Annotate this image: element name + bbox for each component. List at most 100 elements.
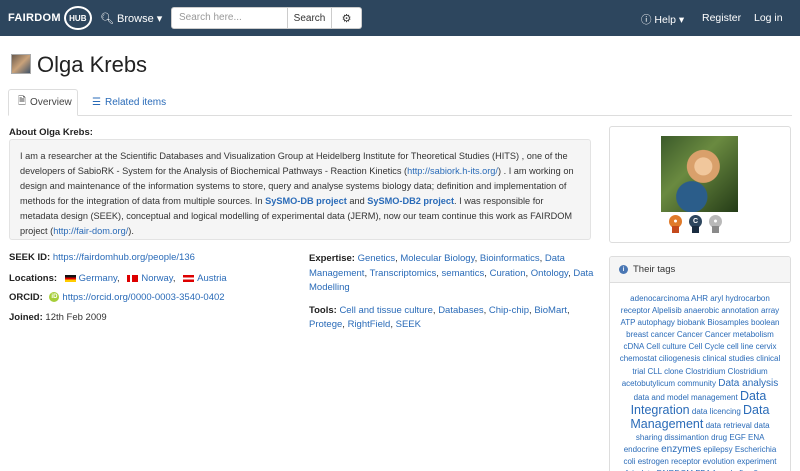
tab-related-items[interactable]: ☰ Related items (83, 89, 175, 116)
tag-link[interactable]: ciliogenesis (659, 354, 700, 363)
expertise-item[interactable]: semantics (442, 268, 485, 279)
expertise-item[interactable]: Molecular Biology (400, 253, 474, 264)
tag-link[interactable]: chemostat (620, 354, 657, 363)
tag-link[interactable]: data retrieval (706, 421, 752, 430)
location-germany[interactable]: Germany (79, 273, 117, 284)
expertise-item[interactable]: Bioinformatics (480, 253, 540, 264)
tag-link[interactable]: ATP (620, 318, 635, 327)
tag-link[interactable]: clinical studies (702, 354, 754, 363)
tag-link[interactable]: boolean (751, 318, 779, 327)
fairdomhub-logo[interactable]: FAIRDOM HUB (8, 6, 92, 30)
expertise-tools: Expertise: Genetics, Molecular Biology, … (309, 252, 594, 341)
about-text: and (346, 196, 368, 206)
about-description: I am a researcher at the Scientific Data… (9, 139, 591, 240)
joined-label: Joined: (9, 312, 43, 323)
sabiork-link[interactable]: http://sabiork.h-its.org/ (407, 166, 498, 176)
tag-link[interactable]: Alpelisib (652, 306, 682, 315)
tag-link[interactable]: Data analysis (718, 378, 778, 389)
tag-link[interactable]: Cell Cycle (688, 342, 724, 351)
tag-link[interactable]: evolution (703, 457, 735, 466)
about-text: ). (128, 226, 134, 236)
location-norway[interactable]: Norway (141, 273, 173, 284)
tool-item[interactable]: BioMart (534, 305, 567, 316)
expertise-item[interactable]: Ontology (531, 268, 568, 279)
orcid-label: ORCID: (9, 292, 43, 303)
info-icon: i (619, 265, 628, 274)
tag-link[interactable]: anaerobic (684, 306, 719, 315)
tool-item[interactable]: Protege (309, 319, 342, 330)
tag-link[interactable]: array (761, 306, 779, 315)
expertise-item[interactable]: Genetics (358, 253, 396, 264)
tag-link[interactable]: Cancer metabolism (705, 330, 774, 339)
search-button[interactable]: Search (288, 7, 332, 29)
browse-menu[interactable]: 🔍︎ Browse ▾ (100, 12, 162, 25)
tag-link[interactable]: experiment (737, 457, 777, 466)
tag-link[interactable]: data and model management (634, 393, 738, 402)
tag-link[interactable]: Cell culture (646, 342, 686, 351)
tool-item[interactable]: RightField (348, 319, 391, 330)
tags-heading: Their tags (633, 264, 676, 275)
tag-link[interactable]: EGF (729, 433, 745, 442)
login-link[interactable]: Log in (754, 12, 783, 24)
seek-id-label: SEEK ID: (9, 252, 51, 263)
badges: ● C ● (668, 215, 723, 233)
germany-flag-icon (64, 274, 76, 282)
tag-cloud: adenocarcinoma AHR aryl hydrocarbon rece… (610, 283, 790, 471)
search-settings-button[interactable]: ⚙ (332, 7, 362, 29)
tag-link[interactable]: cell line (727, 342, 754, 351)
tab-bar: 🗎︎ Overview ☰ Related items (8, 89, 792, 116)
joined-row: Joined: 12th Feb 2009 (9, 312, 107, 323)
tab-overview[interactable]: 🗎︎ Overview (8, 89, 78, 116)
tag-link[interactable]: breast cancer (626, 330, 674, 339)
expertise-item[interactable]: Curation (490, 268, 526, 279)
badge-icon[interactable]: C (688, 215, 703, 233)
profile-photo-panel: ● C ● (609, 126, 791, 243)
tag-link[interactable]: annotation (721, 306, 758, 315)
tag-link[interactable]: endocrine (624, 445, 659, 454)
sysmo-db2-link[interactable]: SySMO-DB2 project (367, 196, 454, 206)
tag-link[interactable]: dissimantion (664, 433, 708, 442)
locations-row: Locations: Germany, Norway, Austria (9, 273, 227, 284)
tool-item[interactable]: Cell and tissue culture (339, 305, 432, 316)
tag-link[interactable]: cDNA (624, 342, 644, 351)
expertise-item[interactable]: Transcriptomics (370, 268, 437, 279)
tab-overview-label: Overview (30, 97, 72, 108)
fair-dom-link[interactable]: http://fair-dom.org/ (53, 226, 128, 236)
tags-header: i Their tags (610, 257, 790, 283)
seek-id-link[interactable]: https://fairdomhub.org/people/136 (53, 252, 195, 263)
tag-link[interactable]: cervix (756, 342, 777, 351)
tag-link[interactable]: Biosamples (707, 318, 748, 327)
tag-link[interactable]: drug (711, 433, 727, 442)
help-menu[interactable]: ⓘ Help ▾ (641, 12, 684, 27)
orcid-row: ORCID: iD https://orcid.org/0000-0003-354… (9, 292, 225, 303)
location-austria[interactable]: Austria (197, 273, 227, 284)
sysmo-db-link[interactable]: SySMO-DB project (265, 196, 347, 206)
tool-item[interactable]: Chip-chip (489, 305, 529, 316)
register-link[interactable]: Register (702, 12, 741, 24)
tag-link[interactable]: biobank (677, 318, 705, 327)
tag-link[interactable]: epilepsy (703, 445, 732, 454)
joined-value: 12th Feb 2009 (45, 312, 107, 323)
about-heading: About Olga Krebs: (9, 127, 93, 138)
orcid-link[interactable]: https://orcid.org/0000-0003-3540-0402 (62, 292, 224, 303)
tool-item[interactable]: SEEK (396, 319, 421, 330)
tag-link[interactable]: ENA (748, 433, 764, 442)
tag-link[interactable]: estrogen receptor (638, 457, 701, 466)
tag-link[interactable]: autophagy (638, 318, 675, 327)
tag-link[interactable]: community (677, 379, 716, 388)
badge-icon[interactable]: ● (668, 215, 683, 233)
tools-section: Tools: Cell and tissue culture, Database… (309, 304, 570, 331)
search-input[interactable]: Search here... (171, 7, 288, 29)
profile-photo (661, 136, 738, 212)
badge-icon[interactable]: ● (708, 215, 723, 233)
tag-link[interactable]: clone (664, 367, 683, 376)
tag-link[interactable]: Cancer (677, 330, 703, 339)
locations-label: Locations: (9, 273, 58, 284)
tool-item[interactable]: Databases (438, 305, 483, 316)
tag-link[interactable]: Clostridium (685, 367, 725, 376)
tag-link[interactable]: data licencing (692, 407, 741, 416)
tag-link[interactable]: CLL (647, 367, 661, 376)
tag-link[interactable]: adenocarcinoma (630, 294, 689, 303)
tag-link[interactable]: enzymes (661, 444, 701, 455)
tag-link[interactable]: AHR (691, 294, 708, 303)
